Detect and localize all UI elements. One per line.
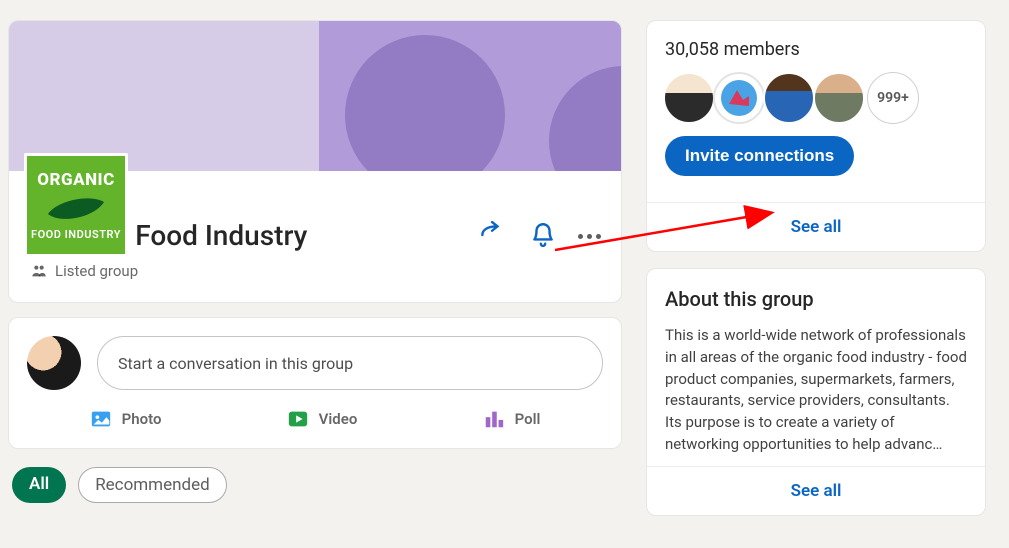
members-see-all[interactable]: See all <box>647 202 985 251</box>
invite-connections-button[interactable]: Invite connections <box>665 136 854 176</box>
start-post-card: Start a conversation in this group Photo <box>8 317 622 449</box>
leaf-icon <box>46 196 106 222</box>
tab-all[interactable]: All <box>12 467 66 503</box>
member-avatar[interactable] <box>713 72 765 124</box>
photo-icon <box>90 408 112 430</box>
listed-text: Listed group <box>55 262 138 280</box>
logo-text-top: ORGANIC <box>37 170 114 190</box>
video-icon <box>287 408 309 430</box>
member-count-more[interactable]: 999+ <box>867 72 919 124</box>
post-poll-button[interactable]: Poll <box>483 408 541 430</box>
about-see-all[interactable]: See all <box>647 466 985 515</box>
members-card: 30,058 members 999+ Invite connections S… <box>646 20 986 252</box>
group-logo: ORGANIC FOOD INDUSTRY <box>24 153 128 257</box>
member-avatar[interactable] <box>813 72 865 124</box>
group-cover <box>9 21 621 171</box>
poll-label: Poll <box>515 410 541 428</box>
user-avatar[interactable] <box>27 336 81 390</box>
people-icon <box>31 263 47 279</box>
tab-recommended[interactable]: Recommended <box>78 467 227 503</box>
member-avatar[interactable] <box>763 72 815 124</box>
about-title: About this group <box>665 287 967 311</box>
post-placeholder: Start a conversation in this group <box>118 354 353 373</box>
members-count: 30,058 members <box>665 39 967 60</box>
post-photo-button[interactable]: Photo <box>90 408 162 430</box>
member-avatar[interactable] <box>663 72 715 124</box>
notifications-button[interactable] <box>526 217 560 251</box>
bell-icon <box>530 221 556 247</box>
feed-tabs: All Recommended <box>8 467 622 503</box>
poll-icon <box>483 408 505 430</box>
member-avatars[interactable]: 999+ <box>665 72 967 124</box>
globe-icon <box>719 78 759 118</box>
group-header-card: ORGANIC FOOD INDUSTRY <box>8 20 622 303</box>
post-video-button[interactable]: Video <box>287 408 358 430</box>
share-icon <box>478 221 504 247</box>
about-card: About this group This is a world-wide ne… <box>646 268 986 516</box>
photo-label: Photo <box>122 410 162 428</box>
start-post-input[interactable]: Start a conversation in this group <box>97 336 603 390</box>
video-label: Video <box>319 410 358 428</box>
more-button[interactable] <box>578 230 601 239</box>
listed-group-label: Listed group <box>9 256 621 302</box>
logo-text-bottom: FOOD INDUSTRY <box>31 228 121 241</box>
about-body: This is a world-wide network of professi… <box>665 325 967 456</box>
share-button[interactable] <box>474 217 508 251</box>
